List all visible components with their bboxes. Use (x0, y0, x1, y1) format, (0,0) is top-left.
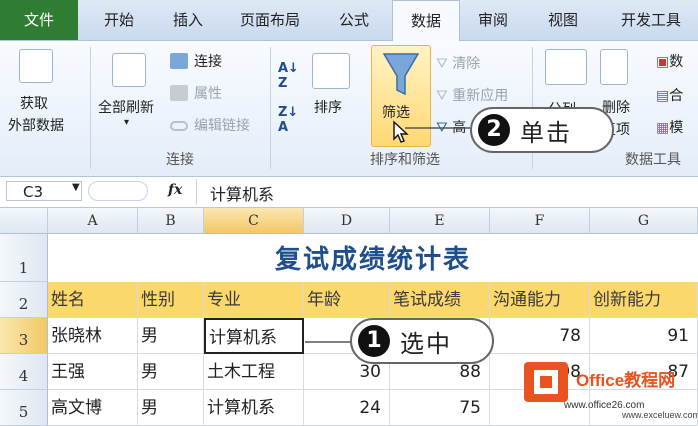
callout-click: 2 单击 (470, 107, 614, 153)
step-number-badge: 1 (358, 325, 390, 357)
watermark-logo: Office教程网 www.office26.com www.exceluew.… (524, 360, 698, 420)
callout-text: 选中 (400, 329, 452, 358)
office-logo-icon: Office教程网 www.office26.com www.exceluew.… (524, 362, 698, 420)
callout-text: 单击 (520, 118, 572, 147)
svg-text:Office教程网: Office教程网 (576, 370, 675, 390)
callout-lines (305, 127, 470, 343)
svg-text:www.exceluew.com: www.exceluew.com (621, 410, 698, 419)
step-number-badge: 2 (478, 114, 510, 146)
callout-select: 1 选中 (350, 318, 494, 364)
